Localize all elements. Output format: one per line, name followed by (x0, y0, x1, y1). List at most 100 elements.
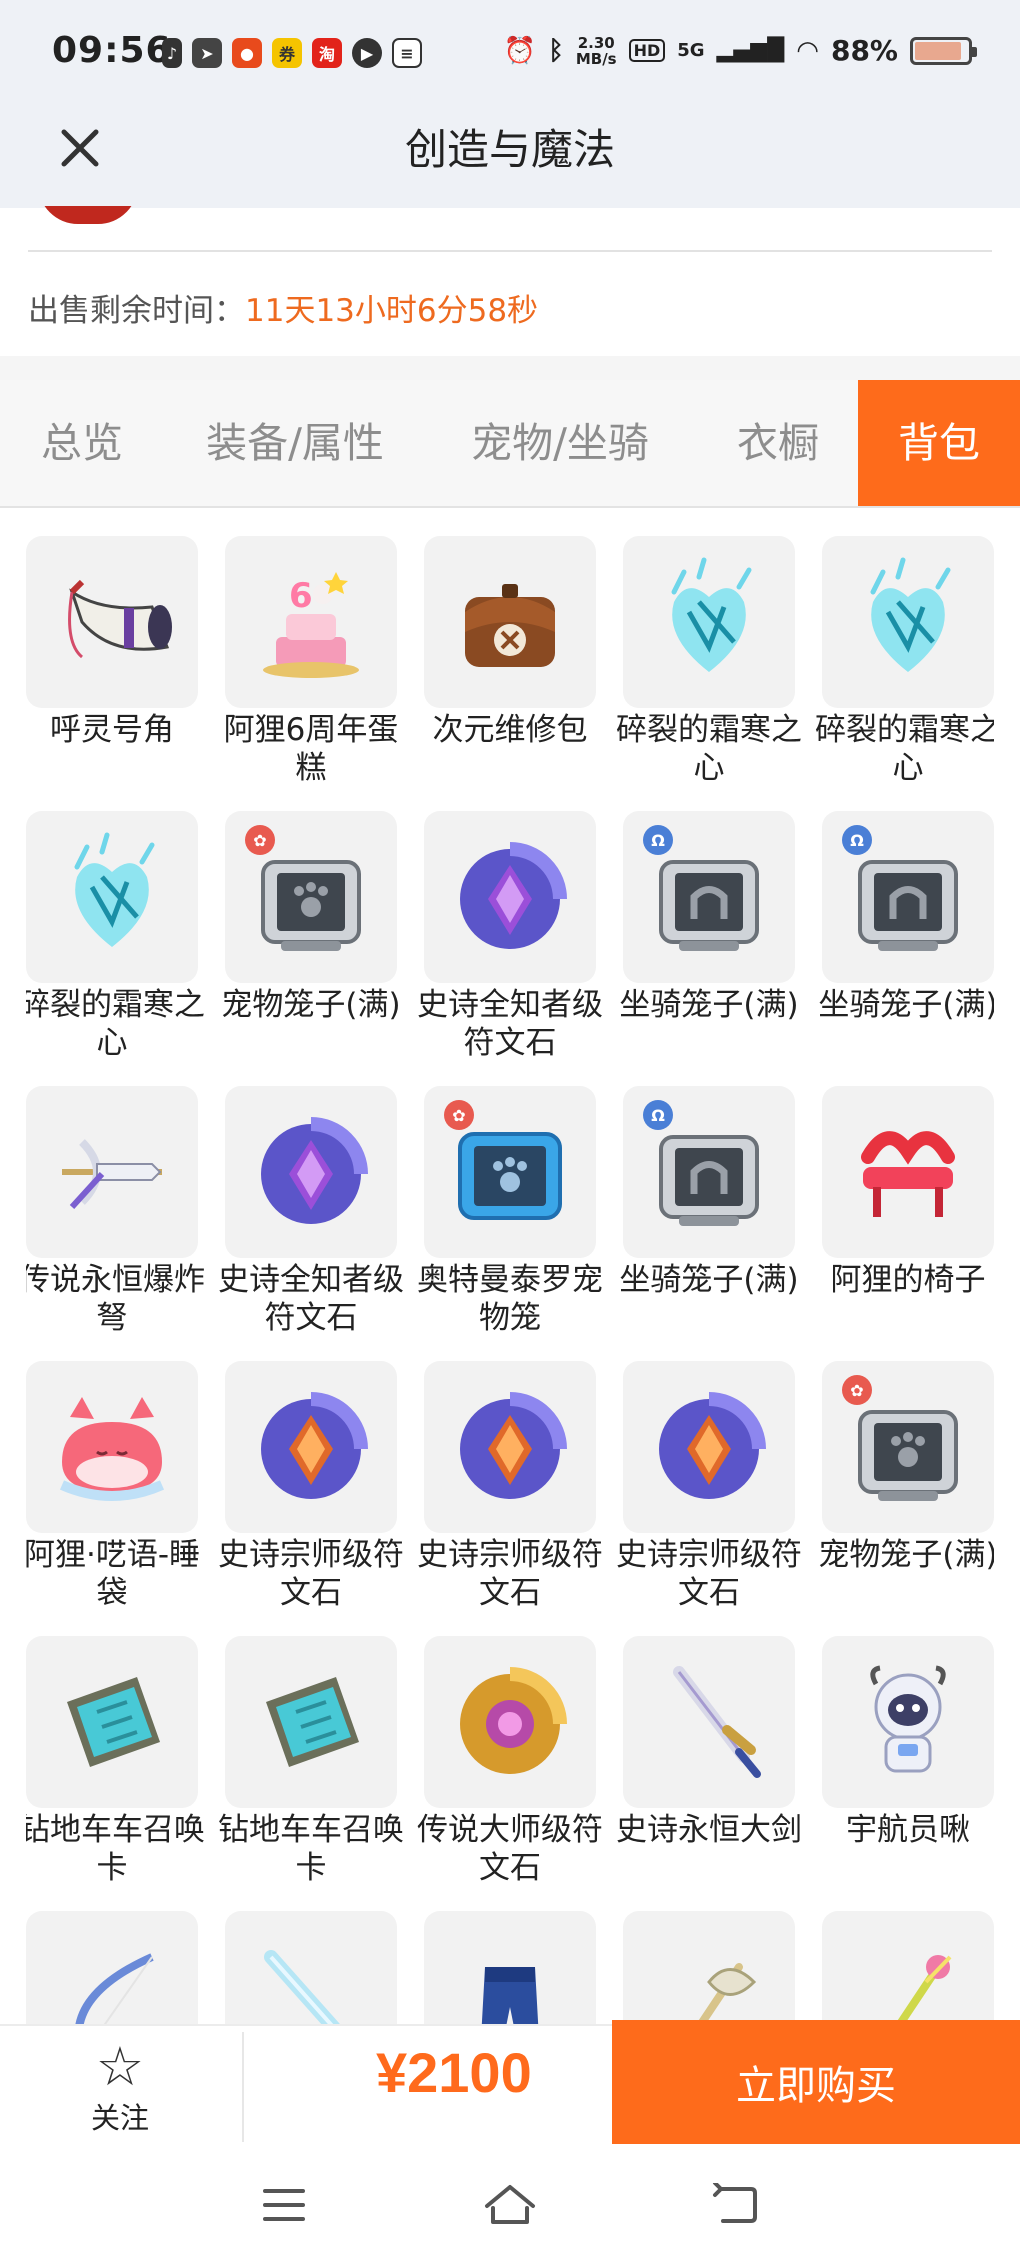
item-name: 钻地车车召唤卡 (26, 1812, 205, 1886)
sale-time-value: 11天13小时6分58秒 (245, 293, 539, 329)
backpack-item[interactable]: 史诗宗师级符文石 (218, 1361, 404, 1636)
shopping-app-icon: 淘 (312, 38, 342, 68)
tab-pets-mounts[interactable]: 宠物/坐骑 (455, 380, 665, 506)
item-name: 碎裂的霜寒之心 (616, 712, 802, 786)
status-bar: 09:56 ♪ ➤ ● 券 淘 ▶ ≡ ⏰ ᛒ 2.30 MB/s HD 5G … (0, 0, 1020, 108)
item-name: 宇航员啾 (846, 1812, 970, 1848)
backpack-item[interactable] (26, 1911, 198, 2024)
item-thumbnail (623, 1636, 795, 1808)
repair-bag-icon (465, 584, 555, 667)
section-gap (0, 356, 1020, 380)
menu-icon (263, 2189, 305, 2221)
backpack-item[interactable] (424, 1911, 596, 2024)
item-name: 史诗全知者级符文石 (218, 1262, 404, 1336)
signal-icon: ▂▄▆█ (716, 38, 785, 63)
hd-badge: HD (628, 39, 666, 62)
divider (28, 250, 992, 252)
backpack-item[interactable]: 碎裂的霜寒之心 (616, 536, 802, 811)
backpack-item[interactable] (822, 1911, 994, 2024)
item-name: 坐骑笼子(满) (619, 987, 799, 1023)
item-thumbnail (26, 1086, 198, 1258)
backpack-item[interactable] (225, 1911, 397, 2024)
backpack-item[interactable]: 传说大师级符文石 (417, 1636, 603, 1911)
item-thumbnail (424, 811, 596, 983)
item-name: 次元维修包 (432, 712, 588, 748)
horn-icon (68, 579, 172, 659)
ice-blade-icon (264, 1950, 340, 2024)
cake-icon: 6 (263, 572, 359, 678)
backpack-item[interactable]: 阿狸的椅子 (822, 1086, 994, 1361)
item-thumbnail (424, 1911, 596, 2024)
backpack-item[interactable]: 呼灵号角 (26, 536, 198, 811)
menu-nav-button[interactable] (244, 2170, 324, 2240)
home-icon (485, 2185, 535, 2224)
backpack-item[interactable] (623, 1911, 795, 2024)
tab-backpack[interactable]: 背包 (858, 380, 1020, 506)
back-nav-button[interactable] (696, 2170, 776, 2240)
sale-time-row: 出售剩余时间：11天13小时6分58秒 (28, 285, 538, 330)
backpack-item[interactable]: ✿ 奥特曼泰罗宠物笼 (417, 1086, 603, 1361)
item-thumbnail (225, 1361, 397, 1533)
back-icon (713, 2183, 757, 2223)
bow-icon (75, 1953, 154, 2024)
home-nav-button[interactable] (470, 2170, 550, 2240)
backpack-item[interactable]: 碎裂的霜寒之心 (815, 536, 994, 811)
category-badge-icon: Ω (842, 825, 872, 855)
backpack-item[interactable]: 史诗永恒大剑 (616, 1636, 802, 1911)
item-name: 宠物笼子(满) (221, 987, 401, 1023)
item-thumbnail (424, 1636, 596, 1808)
item-thumbnail: Ω (822, 811, 994, 983)
network-speed-unit: MB/s (575, 49, 617, 68)
backpack-item[interactable]: Ω 坐骑笼子(满) (619, 1086, 799, 1361)
item-thumbnail: 6 (225, 536, 397, 708)
network-speed: 2.30 MB/s (576, 35, 617, 67)
astronaut-icon (870, 1665, 946, 1773)
backpack-item[interactable]: 史诗全知者级符文石 (417, 811, 603, 1086)
backpack-item[interactable]: ✿ 宠物笼子(满) (221, 811, 401, 1086)
backpack-item[interactable]: 史诗宗师级符文石 (616, 1361, 802, 1636)
rune-stone-orange-icon (261, 1392, 368, 1499)
system-nav-bar (0, 2148, 1020, 2267)
status-indicators: ⏰ ᛒ 2.30 MB/s HD 5G ▂▄▆█ ◠ 88% (503, 34, 977, 67)
axe-icon (696, 1963, 757, 2024)
backpack-item[interactable]: 史诗全知者级符文石 (218, 1086, 404, 1361)
backpack-item[interactable]: 钻地车车召唤卡 (26, 1636, 205, 1911)
item-thumbnail (225, 1911, 397, 2024)
item-thumbnail (623, 1911, 795, 2024)
tab-overview[interactable]: 总览 (22, 380, 142, 506)
coupon-app-icon: 券 (272, 38, 302, 68)
item-thumbnail (623, 536, 795, 708)
backpack-item[interactable]: 阿狸·呓语-睡袋 (26, 1361, 200, 1636)
bluetooth-icon: ᛒ (548, 35, 564, 66)
item-name: 阿狸6周年蛋糕 (223, 712, 399, 786)
backpack-item[interactable]: 传说永恒爆炸弩 (26, 1086, 205, 1361)
backpack-item[interactable]: ✿ 宠物笼子(满) (818, 1361, 994, 1636)
backpack-item[interactable]: 宇航员啾 (822, 1636, 994, 1911)
item-name: 传说永恒爆炸弩 (26, 1262, 205, 1336)
tab-wardrobe[interactable]: 衣橱 (718, 380, 838, 506)
alarm-icon: ⏰ (503, 35, 537, 66)
battery-icon (910, 36, 977, 65)
tab-equipment[interactable]: 装备/属性 (190, 380, 400, 506)
item-name: 钻地车车召唤卡 (218, 1812, 404, 1886)
item-thumbnail (225, 1086, 397, 1258)
item-thumbnail (26, 536, 198, 708)
backpack-item[interactable]: Ω 坐骑笼子(满) (619, 811, 799, 1086)
item-name: 史诗宗师级符文石 (616, 1537, 802, 1611)
music-note-icon: ♪ (162, 38, 182, 68)
backpack-item[interactable]: 钻地车车召唤卡 (218, 1636, 404, 1911)
chair-icon (861, 1131, 955, 1217)
backpack-item[interactable]: 次元维修包 (424, 536, 596, 811)
backpack-item[interactable]: 6 阿狸6周年蛋糕 (224, 536, 398, 811)
avatar-peek (30, 206, 150, 226)
bottom-action-bar: ☆ 关注 ¥2100 立即购买 (0, 2020, 1020, 2148)
backpack-item[interactable]: 碎裂的霜寒之心 (26, 811, 205, 1086)
category-badge-icon: Ω (643, 1100, 673, 1130)
buy-now-button[interactable]: 立即购买 (612, 2020, 1020, 2144)
item-thumbnail: ✿ (225, 811, 397, 983)
backpack-item[interactable]: Ω 坐骑笼子(满) (818, 811, 994, 1086)
backpack-item[interactable]: 史诗宗师级符文石 (417, 1361, 603, 1636)
follow-button[interactable]: ☆ 关注 (60, 2036, 180, 2140)
item-name: 阿狸·呓语-睡袋 (26, 1537, 201, 1611)
tab-bar: 总览 装备/属性 宠物/坐骑 衣橱 背包 (0, 380, 1020, 508)
